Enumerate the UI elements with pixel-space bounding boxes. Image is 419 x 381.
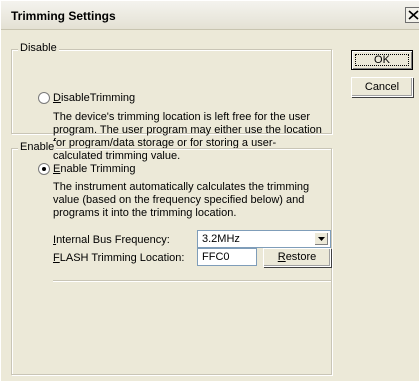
disable-trimming-label[interactable]: DisableTrimming [53,92,135,104]
dropdown-button[interactable] [314,232,329,246]
bus-frequency-select[interactable]: 3.2MHz [197,230,331,248]
flash-location-input[interactable]: FFC0 [197,248,257,266]
enable-trimming-radio[interactable] [38,163,50,175]
window-title: Trimming Settings [11,9,116,23]
title-bar: Trimming Settings [1,1,419,30]
bus-frequency-value: 3.2MHz [202,233,240,245]
bus-frequency-label: Internal Bus Frequency: [53,234,170,246]
enable-trimming-label[interactable]: Enable Trimming [53,163,136,175]
separator [53,280,331,282]
ok-button[interactable]: OK [351,50,413,70]
radio-selected-dot [42,167,46,171]
disable-trimming-radio[interactable] [38,92,50,104]
cancel-button[interactable]: Cancel [351,77,413,97]
focus-rect [355,54,409,66]
flash-location-label: FLASH Trimming Location: [53,252,185,264]
enable-group-legend: Enable [18,141,57,153]
trimming-settings-dialog: Trimming Settings Disable DisableTrimmin… [0,0,419,381]
close-button[interactable] [405,7,419,23]
restore-button[interactable]: Restore [263,248,331,267]
enable-description: The instrument automatically calculates … [53,181,310,219]
disable-group-legend: Disable [18,42,59,54]
